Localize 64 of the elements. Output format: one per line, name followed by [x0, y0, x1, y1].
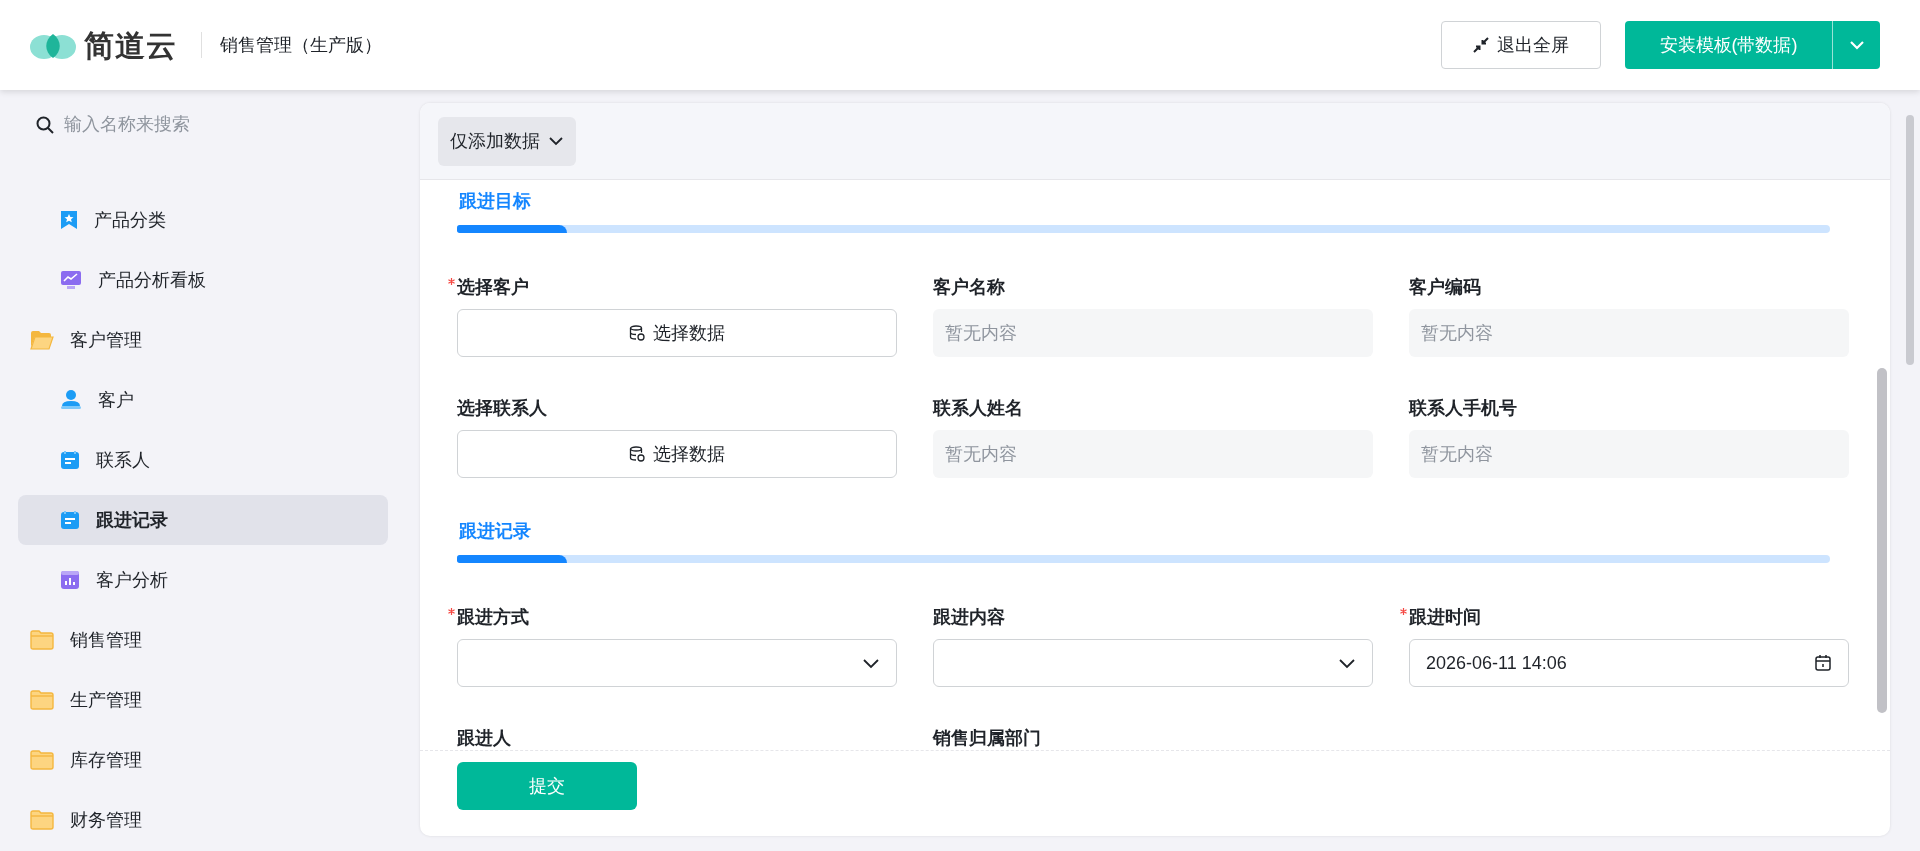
- database-icon: [629, 446, 645, 462]
- sidebar-item[interactable]: 生产管理: [18, 675, 388, 725]
- bookmark-icon: [60, 210, 78, 230]
- select-field[interactable]: [933, 639, 1373, 687]
- sidebar-item[interactable]: 库存管理: [18, 735, 388, 785]
- sidebar-item[interactable]: 财务管理: [18, 795, 388, 845]
- sidebar-item[interactable]: 联系人: [18, 435, 388, 485]
- sidebar-item[interactable]: 销售管理: [18, 615, 388, 665]
- select-data-button[interactable]: 选择数据: [457, 309, 897, 357]
- field-label: 联系人姓名: [933, 398, 1023, 418]
- section-title: 跟进目标: [458, 190, 532, 213]
- sidebar-item[interactable]: 客户管理: [18, 315, 388, 365]
- chevron-down-icon: [862, 657, 880, 669]
- required-icon: [448, 608, 455, 615]
- bar-chart-icon: [60, 570, 80, 590]
- field-label: 联系人手机号: [1409, 398, 1517, 418]
- form-icon: [60, 450, 80, 470]
- scrollbar-thumb[interactable]: [1906, 115, 1914, 365]
- folder-icon: [30, 810, 54, 830]
- field-label: 选择联系人: [457, 398, 547, 418]
- sidebar-item[interactable]: 产品分类: [18, 195, 388, 245]
- exit-fullscreen-button[interactable]: 退出全屏: [1441, 21, 1601, 69]
- field-label: 客户名称: [933, 277, 1005, 297]
- section-title: 跟进记录: [458, 520, 532, 543]
- scrollbar-thumb[interactable]: [1877, 368, 1887, 713]
- readonly-field[interactable]: 暂无内容: [933, 430, 1373, 478]
- field-label: 跟进内容: [933, 607, 1005, 627]
- calendar-icon: [1814, 654, 1832, 672]
- collapse-icon: [1473, 37, 1489, 53]
- field-label: 跟进方式: [457, 607, 529, 627]
- mode-dropdown[interactable]: 仅添加数据: [438, 116, 576, 166]
- readonly-field[interactable]: 暂无内容: [1409, 430, 1849, 478]
- folder-icon: [30, 750, 54, 770]
- select-data-button[interactable]: 选择数据: [457, 430, 897, 478]
- chevron-down-icon: [548, 136, 564, 146]
- chevron-down-icon: [1338, 657, 1356, 669]
- required-icon: [1400, 608, 1407, 615]
- field-label: 销售归属部门: [933, 728, 1041, 748]
- datetime-field[interactable]: 2026-06-11 14:06: [1409, 639, 1849, 687]
- brand-name: 简道云: [84, 27, 177, 64]
- app-title: 销售管理（生产版）: [220, 33, 382, 57]
- readonly-field[interactable]: 暂无内容: [933, 309, 1373, 357]
- caret-icon: [1848, 40, 1865, 50]
- field-label: 选择客户: [457, 277, 529, 297]
- person-icon: [60, 390, 82, 410]
- open-folder-icon: [30, 330, 54, 350]
- search-field[interactable]: 输入名称来搜索: [62, 110, 312, 139]
- sidebar-item[interactable]: 跟进记录: [18, 495, 388, 545]
- required-icon: [448, 278, 455, 285]
- chart-monitor-icon: [60, 270, 82, 290]
- form-icon: [60, 510, 80, 530]
- field-label: 跟进人: [457, 728, 511, 748]
- folder-icon: [30, 690, 54, 710]
- sidebar-item[interactable]: 客户: [18, 375, 388, 425]
- database-icon: [629, 325, 645, 341]
- field-label: 跟进时间: [1409, 607, 1481, 627]
- sidebar-item[interactable]: 客户分析: [18, 555, 388, 605]
- folder-icon: [30, 630, 54, 650]
- dropdown-button[interactable]: [1832, 21, 1880, 69]
- sidebar-item[interactable]: 产品分析看板: [18, 255, 388, 305]
- select-field[interactable]: [457, 639, 897, 687]
- field-label: 客户编码: [1409, 277, 1481, 297]
- search-icon: [36, 115, 54, 134]
- readonly-field[interactable]: 暂无内容: [1409, 309, 1849, 357]
